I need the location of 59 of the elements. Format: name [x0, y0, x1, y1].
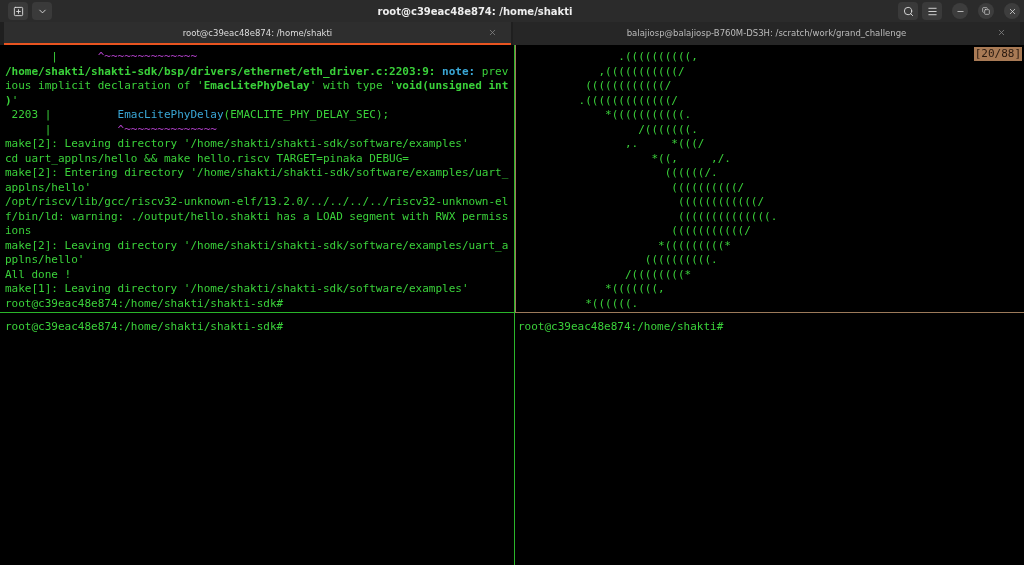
terminal-line: applns/hello' [5, 180, 92, 195]
terminal-line: make[2]: Entering directory '/home/shakti/shakti-sdk/software/examples/uart_ [5, 166, 509, 181]
restore-icon [982, 7, 990, 15]
terminal-line: ious implicit declaration of 'EmacLitePhyDelay' with type 'void(unsigned int [5, 79, 509, 94]
terminal-line: ((((((((((/ [670, 180, 745, 195]
terminal-line: /home/shakti/shakti-sdk/bsp/drivers/ethernet/eth_driver.c:2203:9: note: prev [5, 64, 509, 79]
terminal-line: /((((((((* [623, 267, 692, 282]
terminal-line: *((, ,/. [650, 151, 731, 166]
maximize-button[interactable] [978, 3, 994, 19]
terminal-line: make[2]: Leaving directory '/home/shakti/shakti-sdk/software/examples/uart_a [5, 238, 509, 253]
terminal-line: 2203 | EmacLitePhyDelay(EMACLITE_PHY_DELAY_SEC); [10, 108, 390, 123]
terminal-line: ,(((((((((((/ [597, 64, 685, 79]
close-button[interactable] [1004, 3, 1020, 19]
terminal-tab[interactable]: root@c39eac48e874: /home/shakti [4, 22, 511, 45]
terminal-line: )' [5, 93, 19, 108]
terminal-line: /(((((((. [637, 122, 698, 137]
window-title: root@c39eac48e874: /home/shakti [376, 5, 574, 17]
terminal-line: root@c39eac48e874:/home/shakti/shakti-sdk# [5, 320, 284, 335]
terminal-line: ((((((/. [663, 166, 718, 181]
search-icon [902, 5, 914, 17]
terminal-tab[interactable]: balajiosp@balajiosp-B760M-DS3H: /scratch/work/grand_challenge [513, 22, 1020, 45]
terminal-pane[interactable]: root@c39eac48e874:/home/shakti# [515, 313, 1024, 565]
close-icon [1007, 6, 1017, 16]
terminal-line: ,. *(((/ [623, 137, 705, 152]
search-button[interactable] [898, 2, 918, 20]
terminal-line: *(((((((((* [657, 238, 731, 253]
terminal-line: f/bin/ld: warning: ./output/hello.shakti has a LOAD segment with RWX permiss [5, 209, 509, 224]
terminal-line: (((((((((((/ [670, 224, 751, 239]
close-tab-icon[interactable] [488, 28, 497, 37]
terminal-line: *(((((((((((. [604, 108, 692, 123]
terminal-line: *(((((((, [604, 282, 665, 297]
menu-icon [926, 5, 938, 17]
terminal-line: ions [5, 224, 32, 239]
terminal-line: .(((((((((((((/ [577, 93, 678, 108]
menu-button[interactable] [922, 2, 942, 20]
terminal-pane[interactable]: root@c39eac48e874:/home/shakti/shakti-sdk# [0, 313, 515, 565]
terminal-pane[interactable] [515, 45, 1024, 313]
terminal-pane[interactable] [0, 45, 515, 313]
terminal-line: make[2]: Leaving directory '/home/shakti/shakti-sdk/software/examples' [5, 137, 469, 152]
terminal-line: root@c39eac48e874:/home/shakti# [518, 320, 724, 335]
terminal-line: All done ! [5, 267, 72, 282]
plus-square-icon [12, 5, 24, 17]
terminal-line: ((((((((((((((. [676, 209, 778, 224]
terminal-line: /opt/riscv/lib/gcc/riscv32-unknown-elf/13.2.0/../../../../riscv32-unknown-el [5, 195, 509, 210]
terminal-line: ((((((((((((/ [676, 195, 765, 210]
terminal-line: ((((((((((. [643, 253, 718, 268]
terminal-line: | ^~~~~~~~~~~~~~~ [43, 122, 217, 137]
terminal-line: pplns/hello' [5, 253, 85, 268]
terminal-line: make[1]: Leaving directory '/home/shakti/shakti-sdk/software/examples' [5, 282, 469, 297]
terminal-line: root@c39eac48e874:/home/shakti/shakti-sdk# [5, 296, 284, 311]
terminal-line: .((((((((((, [617, 50, 698, 65]
scroll-position-badge: [20/88] [973, 47, 1022, 61]
terminal-line: *((((((. [584, 296, 639, 311]
minimize-button[interactable] [952, 3, 968, 19]
new-tab-button[interactable] [8, 2, 28, 20]
close-tab-icon[interactable] [997, 28, 1006, 37]
terminal-line: ((((((((((((/ [584, 79, 672, 94]
terminal-line: | ^~~~~~~~~~~~~~~ [50, 50, 198, 65]
terminal-line: cd uart_applns/hello && make hello.riscv TARGET=pinaka DEBUG= [5, 151, 409, 166]
